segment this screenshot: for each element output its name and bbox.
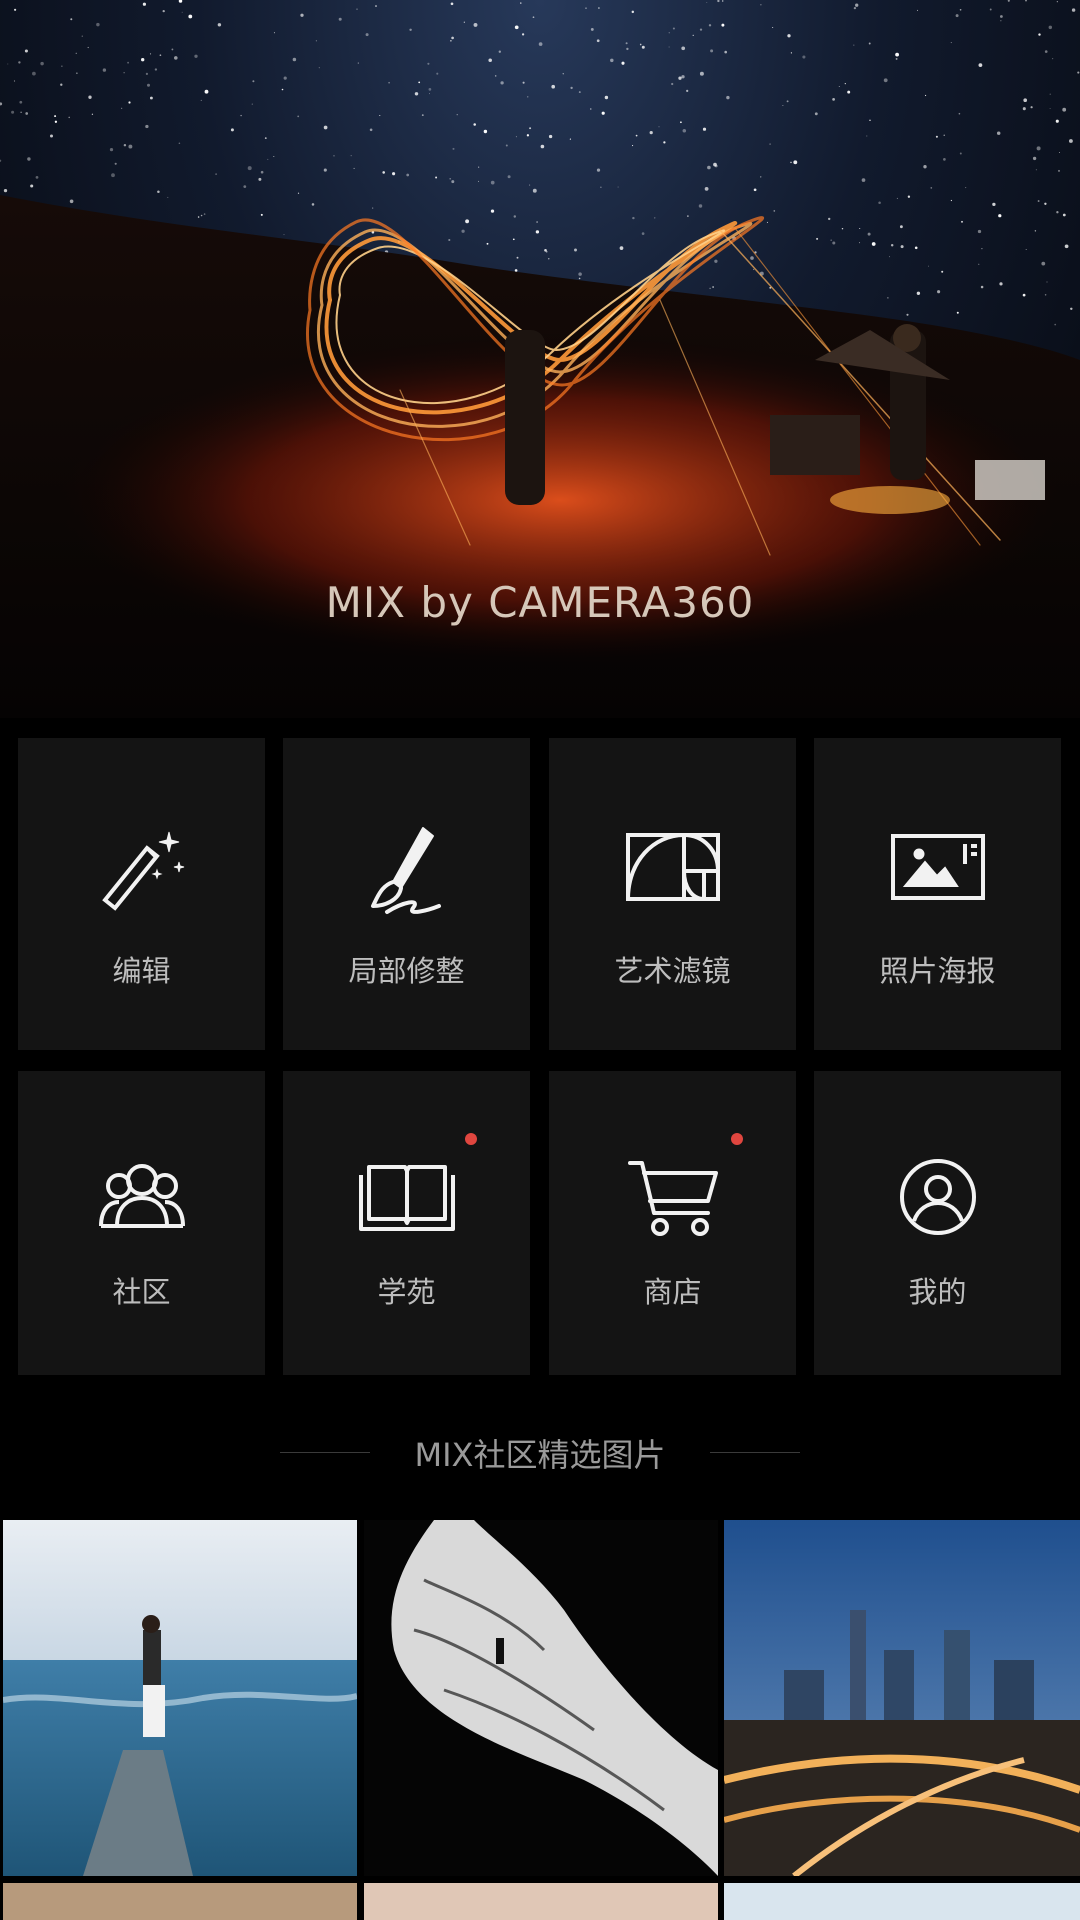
divider <box>710 1452 800 1453</box>
feature-art-filter-tile[interactable]: 艺术滤镜 <box>549 738 796 1050</box>
featured-photo[interactable] <box>724 1520 1080 1876</box>
community-icon <box>18 1157 265 1233</box>
feature-local-adjust-tile[interactable]: 局部修整 <box>283 738 530 1050</box>
book-icon <box>283 1161 530 1233</box>
feature-label: 局部修整 <box>348 954 465 988</box>
featured-photo-grid <box>0 1520 1080 1920</box>
featured-photo[interactable] <box>724 1883 1080 1920</box>
feature-profile-tile[interactable]: 我的 <box>814 1071 1061 1375</box>
cart-icon <box>549 1159 796 1239</box>
feature-label: 学苑 <box>377 1275 436 1309</box>
hero-banner[interactable]: MIX by CAMERA360 <box>0 0 1080 718</box>
section-title: MIX社区精选图片 <box>414 1436 666 1474</box>
community-section-header: MIX社区精选图片 <box>0 1430 1080 1480</box>
feature-community-tile[interactable]: 社区 <box>18 1071 265 1375</box>
feature-photo-poster-tile[interactable]: 照片海报 <box>814 738 1061 1050</box>
profile-icon <box>814 1155 1061 1239</box>
feature-academy-tile[interactable]: 学苑 <box>283 1071 530 1375</box>
featured-photo[interactable] <box>3 1520 357 1876</box>
feature-label: 社区 <box>112 1275 171 1309</box>
feature-label: 编辑 <box>112 954 171 988</box>
photo-poster-icon <box>814 832 1061 902</box>
golden-ratio-icon <box>549 832 796 902</box>
hero-brand-logo: MIX by CAMERA360 <box>325 578 755 627</box>
magic-wand-icon <box>18 826 265 916</box>
featured-photo[interactable] <box>364 1883 718 1920</box>
feature-label: 我的 <box>908 1275 967 1309</box>
notification-badge <box>731 1133 743 1145</box>
feature-store-tile[interactable]: 商店 <box>549 1071 796 1375</box>
feature-label: 照片海报 <box>879 954 996 988</box>
feature-edit-tile[interactable]: 编辑 <box>18 738 265 1050</box>
featured-photo[interactable] <box>364 1520 718 1876</box>
notification-badge <box>465 1133 477 1145</box>
brush-icon <box>283 822 530 918</box>
feature-label: 艺术滤镜 <box>614 954 731 988</box>
feature-label: 商店 <box>643 1275 702 1309</box>
featured-photo[interactable] <box>3 1883 357 1920</box>
